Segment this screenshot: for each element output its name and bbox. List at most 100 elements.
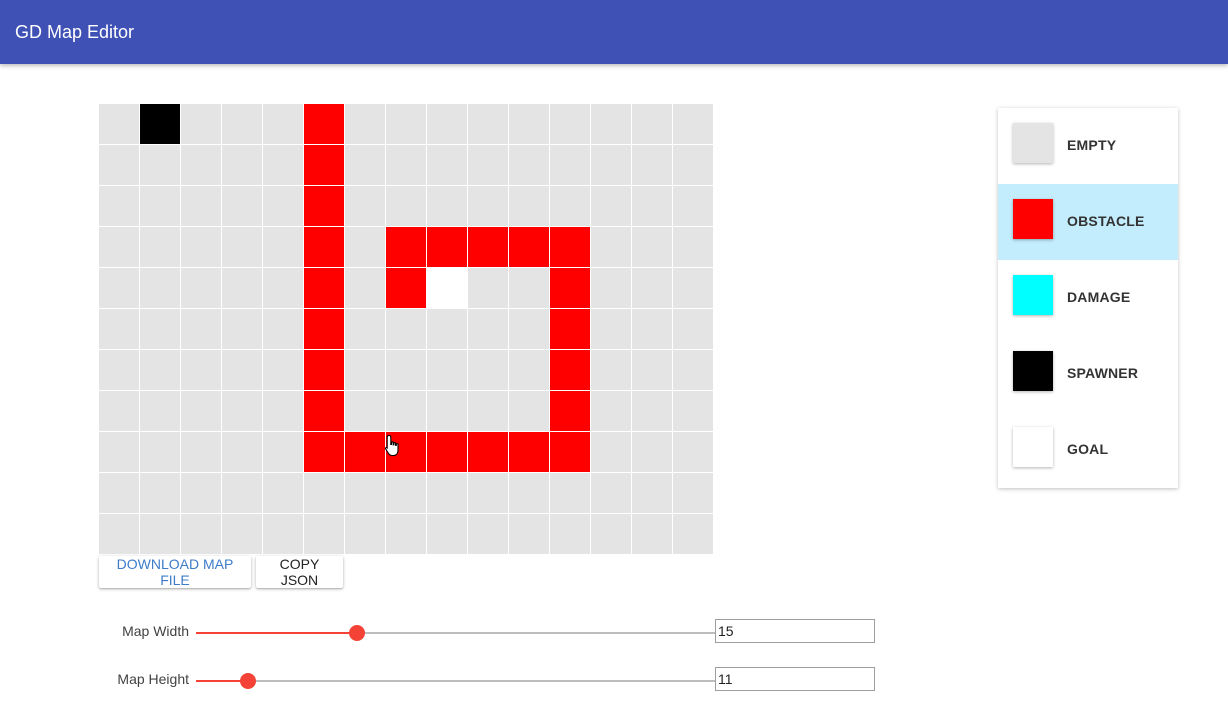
- map-cell-empty[interactable]: [468, 473, 508, 513]
- map-cell-empty[interactable]: [509, 391, 549, 431]
- map-cell-empty[interactable]: [591, 391, 631, 431]
- map-cell-spawner[interactable]: [140, 104, 180, 144]
- map-cell-empty[interactable]: [468, 309, 508, 349]
- map-cell-empty[interactable]: [591, 473, 631, 513]
- map-cell-empty[interactable]: [140, 391, 180, 431]
- map-cell-obstacle[interactable]: [386, 227, 426, 267]
- map-cell-obstacle[interactable]: [550, 391, 590, 431]
- map-grid[interactable]: [99, 104, 713, 554]
- map-cell-obstacle[interactable]: [304, 145, 344, 185]
- map-cell-empty[interactable]: [591, 104, 631, 144]
- map-cell-empty[interactable]: [263, 186, 303, 226]
- map-cell-empty[interactable]: [468, 186, 508, 226]
- map-cell-empty[interactable]: [509, 473, 549, 513]
- map-cell-empty[interactable]: [99, 350, 139, 390]
- map-cell-empty[interactable]: [550, 186, 590, 226]
- map-cell-obstacle[interactable]: [509, 227, 549, 267]
- map-cell-empty[interactable]: [632, 104, 672, 144]
- map-cell-empty[interactable]: [673, 309, 713, 349]
- map-cell-empty[interactable]: [673, 350, 713, 390]
- map-cell-obstacle[interactable]: [427, 432, 467, 472]
- map-cell-empty[interactable]: [673, 432, 713, 472]
- map-cell-empty[interactable]: [386, 514, 426, 554]
- map-cell-empty[interactable]: [304, 473, 344, 513]
- map-cell-empty[interactable]: [345, 473, 385, 513]
- map-cell-empty[interactable]: [550, 473, 590, 513]
- map-cell-empty[interactable]: [222, 145, 262, 185]
- map-cell-empty[interactable]: [222, 104, 262, 144]
- map-cell-empty[interactable]: [386, 391, 426, 431]
- map-cell-empty[interactable]: [181, 227, 221, 267]
- map-cell-empty[interactable]: [632, 432, 672, 472]
- map-cell-empty[interactable]: [345, 268, 385, 308]
- map-cell-obstacle[interactable]: [386, 268, 426, 308]
- map-cell-empty[interactable]: [550, 514, 590, 554]
- map-cell-empty[interactable]: [427, 514, 467, 554]
- map-cell-empty[interactable]: [99, 145, 139, 185]
- map-cell-empty[interactable]: [427, 145, 467, 185]
- map-cell-empty[interactable]: [591, 186, 631, 226]
- map-cell-empty[interactable]: [673, 104, 713, 144]
- map-cell-empty[interactable]: [99, 432, 139, 472]
- map-cell-empty[interactable]: [263, 514, 303, 554]
- map-cell-empty[interactable]: [222, 227, 262, 267]
- map-cell-empty[interactable]: [263, 268, 303, 308]
- map-cell-obstacle[interactable]: [550, 227, 590, 267]
- map-cell-empty[interactable]: [591, 268, 631, 308]
- map-height-input[interactable]: [715, 667, 875, 691]
- map-width-slider-thumb[interactable]: [349, 625, 366, 641]
- map-cell-empty[interactable]: [263, 145, 303, 185]
- map-cell-empty[interactable]: [140, 145, 180, 185]
- map-cell-empty[interactable]: [427, 473, 467, 513]
- map-cell-empty[interactable]: [345, 350, 385, 390]
- map-cell-empty[interactable]: [386, 473, 426, 513]
- map-cell-empty[interactable]: [468, 391, 508, 431]
- map-cell-empty[interactable]: [509, 350, 549, 390]
- map-cell-empty[interactable]: [99, 309, 139, 349]
- map-cell-empty[interactable]: [99, 391, 139, 431]
- map-cell-obstacle[interactable]: [468, 227, 508, 267]
- map-cell-empty[interactable]: [345, 309, 385, 349]
- map-cell-empty[interactable]: [468, 268, 508, 308]
- map-cell-empty[interactable]: [427, 309, 467, 349]
- map-height-slider-thumb[interactable]: [240, 673, 256, 689]
- map-cell-empty[interactable]: [550, 145, 590, 185]
- map-cell-obstacle[interactable]: [304, 186, 344, 226]
- map-cell-goal[interactable]: [427, 268, 467, 308]
- map-cell-obstacle[interactable]: [550, 268, 590, 308]
- map-cell-empty[interactable]: [632, 227, 672, 267]
- map-cell-empty[interactable]: [99, 186, 139, 226]
- map-cell-empty[interactable]: [222, 432, 262, 472]
- map-cell-empty[interactable]: [468, 350, 508, 390]
- map-cell-obstacle[interactable]: [550, 309, 590, 349]
- map-cell-empty[interactable]: [468, 104, 508, 144]
- map-cell-empty[interactable]: [181, 473, 221, 513]
- map-cell-empty[interactable]: [263, 350, 303, 390]
- map-cell-empty[interactable]: [181, 186, 221, 226]
- map-cell-empty[interactable]: [304, 514, 344, 554]
- map-cell-empty[interactable]: [632, 309, 672, 349]
- map-cell-obstacle[interactable]: [304, 432, 344, 472]
- map-cell-empty[interactable]: [591, 432, 631, 472]
- map-cell-empty[interactable]: [632, 350, 672, 390]
- map-cell-obstacle[interactable]: [304, 350, 344, 390]
- map-cell-empty[interactable]: [427, 350, 467, 390]
- map-cell-empty[interactable]: [509, 145, 549, 185]
- map-cell-empty[interactable]: [550, 104, 590, 144]
- map-cell-empty[interactable]: [632, 514, 672, 554]
- map-cell-empty[interactable]: [140, 514, 180, 554]
- map-cell-empty[interactable]: [509, 104, 549, 144]
- map-cell-obstacle[interactable]: [304, 268, 344, 308]
- map-cell-empty[interactable]: [673, 268, 713, 308]
- map-cell-empty[interactable]: [632, 186, 672, 226]
- map-cell-obstacle[interactable]: [304, 227, 344, 267]
- map-cell-empty[interactable]: [181, 350, 221, 390]
- map-cell-empty[interactable]: [386, 186, 426, 226]
- map-cell-empty[interactable]: [99, 268, 139, 308]
- map-cell-empty[interactable]: [427, 104, 467, 144]
- map-cell-empty[interactable]: [509, 309, 549, 349]
- map-cell-empty[interactable]: [181, 432, 221, 472]
- map-cell-empty[interactable]: [99, 473, 139, 513]
- map-cell-empty[interactable]: [99, 514, 139, 554]
- map-cell-empty[interactable]: [263, 432, 303, 472]
